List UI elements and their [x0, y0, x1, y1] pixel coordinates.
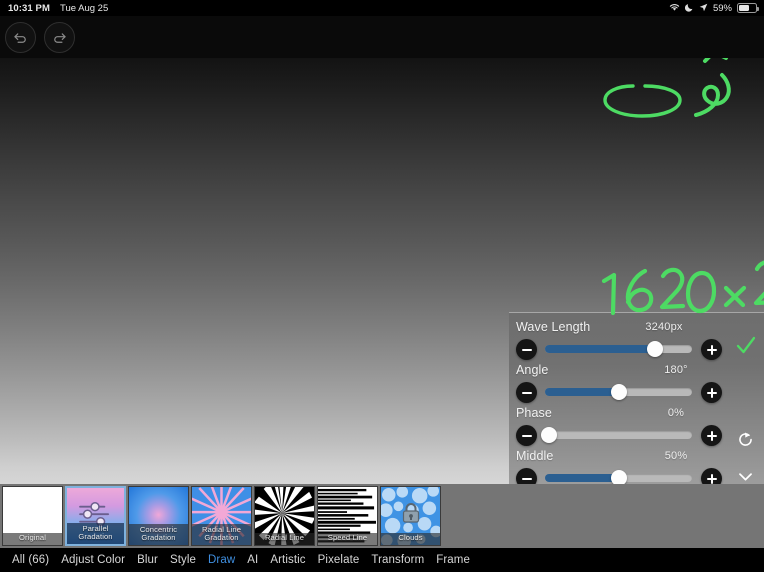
moon-icon — [684, 3, 694, 14]
middle-increment-button[interactable] — [701, 468, 722, 484]
tab-ai[interactable]: AI — [241, 554, 264, 566]
filter-thumb-speed-line[interactable]: Speed Line — [317, 486, 378, 546]
phase-decrement-button[interactable] — [516, 425, 537, 446]
filter-settings-panel: Wave Length 3240px Angle 180° Phase 0% M… — [509, 312, 764, 484]
location-arrow-icon — [699, 3, 708, 14]
slider-label-middle: Middle — [516, 449, 554, 463]
tab-all[interactable]: All (66) — [6, 554, 55, 566]
filter-label-parallel-gradation: Parallel Gradation — [67, 523, 124, 544]
tab-artistic[interactable]: Artistic — [264, 554, 311, 566]
tab-frame[interactable]: Frame — [430, 554, 476, 566]
redo-arrow-icon — [54, 33, 66, 43]
filter-thumb-concentric-gradation[interactable]: Concentric Gradation — [128, 486, 189, 546]
filter-thumb-parallel-gradation[interactable]: Parallel Gradation — [65, 486, 126, 546]
phase-slider-track[interactable] — [541, 427, 692, 443]
wave-length-slider-knob[interactable] — [647, 341, 664, 357]
undo-arrow-icon — [14, 33, 26, 43]
slider-value-middle: 50% — [664, 450, 688, 462]
battery-icon — [737, 3, 759, 13]
angle-decrement-button[interactable] — [516, 382, 537, 403]
slider-row-angle: Angle 180° — [509, 362, 764, 405]
wifi-icon — [669, 3, 680, 14]
app-root: 10:31 PM Tue Aug 25 59% Wave Length 3240… — [0, 0, 764, 572]
undo-button[interactable] — [5, 22, 36, 53]
slider-row-middle: Middle 50% — [509, 448, 764, 484]
middle-decrement-button[interactable] — [516, 468, 537, 484]
slider-label-phase: Phase — [516, 406, 552, 420]
tab-style[interactable]: Style — [164, 554, 202, 566]
phase-slider-knob[interactable] — [541, 427, 557, 443]
status-bar: 10:31 PM Tue Aug 25 59% — [0, 0, 764, 16]
status-bar-right: 59% — [669, 2, 759, 14]
status-date: Tue Aug 25 — [60, 2, 109, 14]
tab-draw[interactable]: Draw — [202, 554, 241, 566]
filter-label-concentric-line2: Gradation — [141, 533, 176, 543]
filter-label-radial-line-gradation: Radial Line Gradation — [192, 524, 251, 545]
filter-label-original: Original — [3, 532, 62, 545]
top-toolbar — [0, 16, 764, 58]
middle-slider-track[interactable] — [545, 470, 692, 484]
filter-thumb-clouds[interactable]: Clouds — [380, 486, 441, 546]
lock-icon — [402, 502, 419, 523]
tab-blur[interactable]: Blur — [131, 554, 164, 566]
wave-length-slider-track[interactable] — [545, 341, 692, 357]
angle-increment-button[interactable] — [701, 382, 722, 403]
tab-pixelate[interactable]: Pixelate — [312, 554, 366, 566]
angle-slider-knob[interactable] — [610, 384, 627, 400]
filter-label-radial-grad-line2: Gradation — [204, 533, 239, 543]
filter-label-clouds: Clouds — [381, 532, 440, 545]
slider-row-phase: Phase 0% — [509, 405, 764, 448]
filter-label-concentric-gradation: Concentric Gradation — [129, 524, 188, 545]
status-time: 10:31 PM — [8, 2, 50, 14]
filter-thumb-original[interactable]: Original — [2, 486, 63, 546]
slider-label-angle: Angle — [516, 363, 549, 377]
filter-thumb-radial-line-gradation[interactable]: Radial Line Gradation — [191, 486, 252, 546]
tab-adjust-color[interactable]: Adjust Color — [55, 554, 131, 566]
battery-percent: 59% — [712, 2, 732, 14]
slider-row-wave-length: Wave Length 3240px — [509, 319, 764, 362]
category-tab-bar[interactable]: All (66) Adjust Color Blur Style Draw AI… — [0, 548, 764, 572]
slider-value-wave-length: 3240px — [645, 321, 683, 333]
filter-label-radial-line: Radial Line — [255, 532, 314, 545]
slider-label-wave-length: Wave Length — [516, 320, 591, 334]
phase-increment-button[interactable] — [701, 425, 722, 446]
slider-value-phase: 0% — [667, 407, 685, 419]
filter-thumb-radial-line[interactable]: Radial Line — [254, 486, 315, 546]
slider-value-angle: 180° — [664, 364, 688, 376]
status-bar-left: 10:31 PM Tue Aug 25 — [8, 3, 108, 14]
angle-slider-track[interactable] — [545, 384, 692, 400]
filter-label-speed-line: Speed Line — [318, 532, 377, 545]
wave-length-decrement-button[interactable] — [516, 339, 537, 360]
wave-length-increment-button[interactable] — [701, 339, 722, 360]
middle-slider-knob[interactable] — [610, 470, 627, 484]
filter-label-parallel-line2: Gradation — [78, 532, 113, 542]
redo-button[interactable] — [44, 22, 75, 53]
tab-transform[interactable]: Transform — [365, 554, 430, 566]
filter-thumbnail-strip[interactable]: Original Parallel Gradation Concentric G… — [0, 484, 764, 548]
